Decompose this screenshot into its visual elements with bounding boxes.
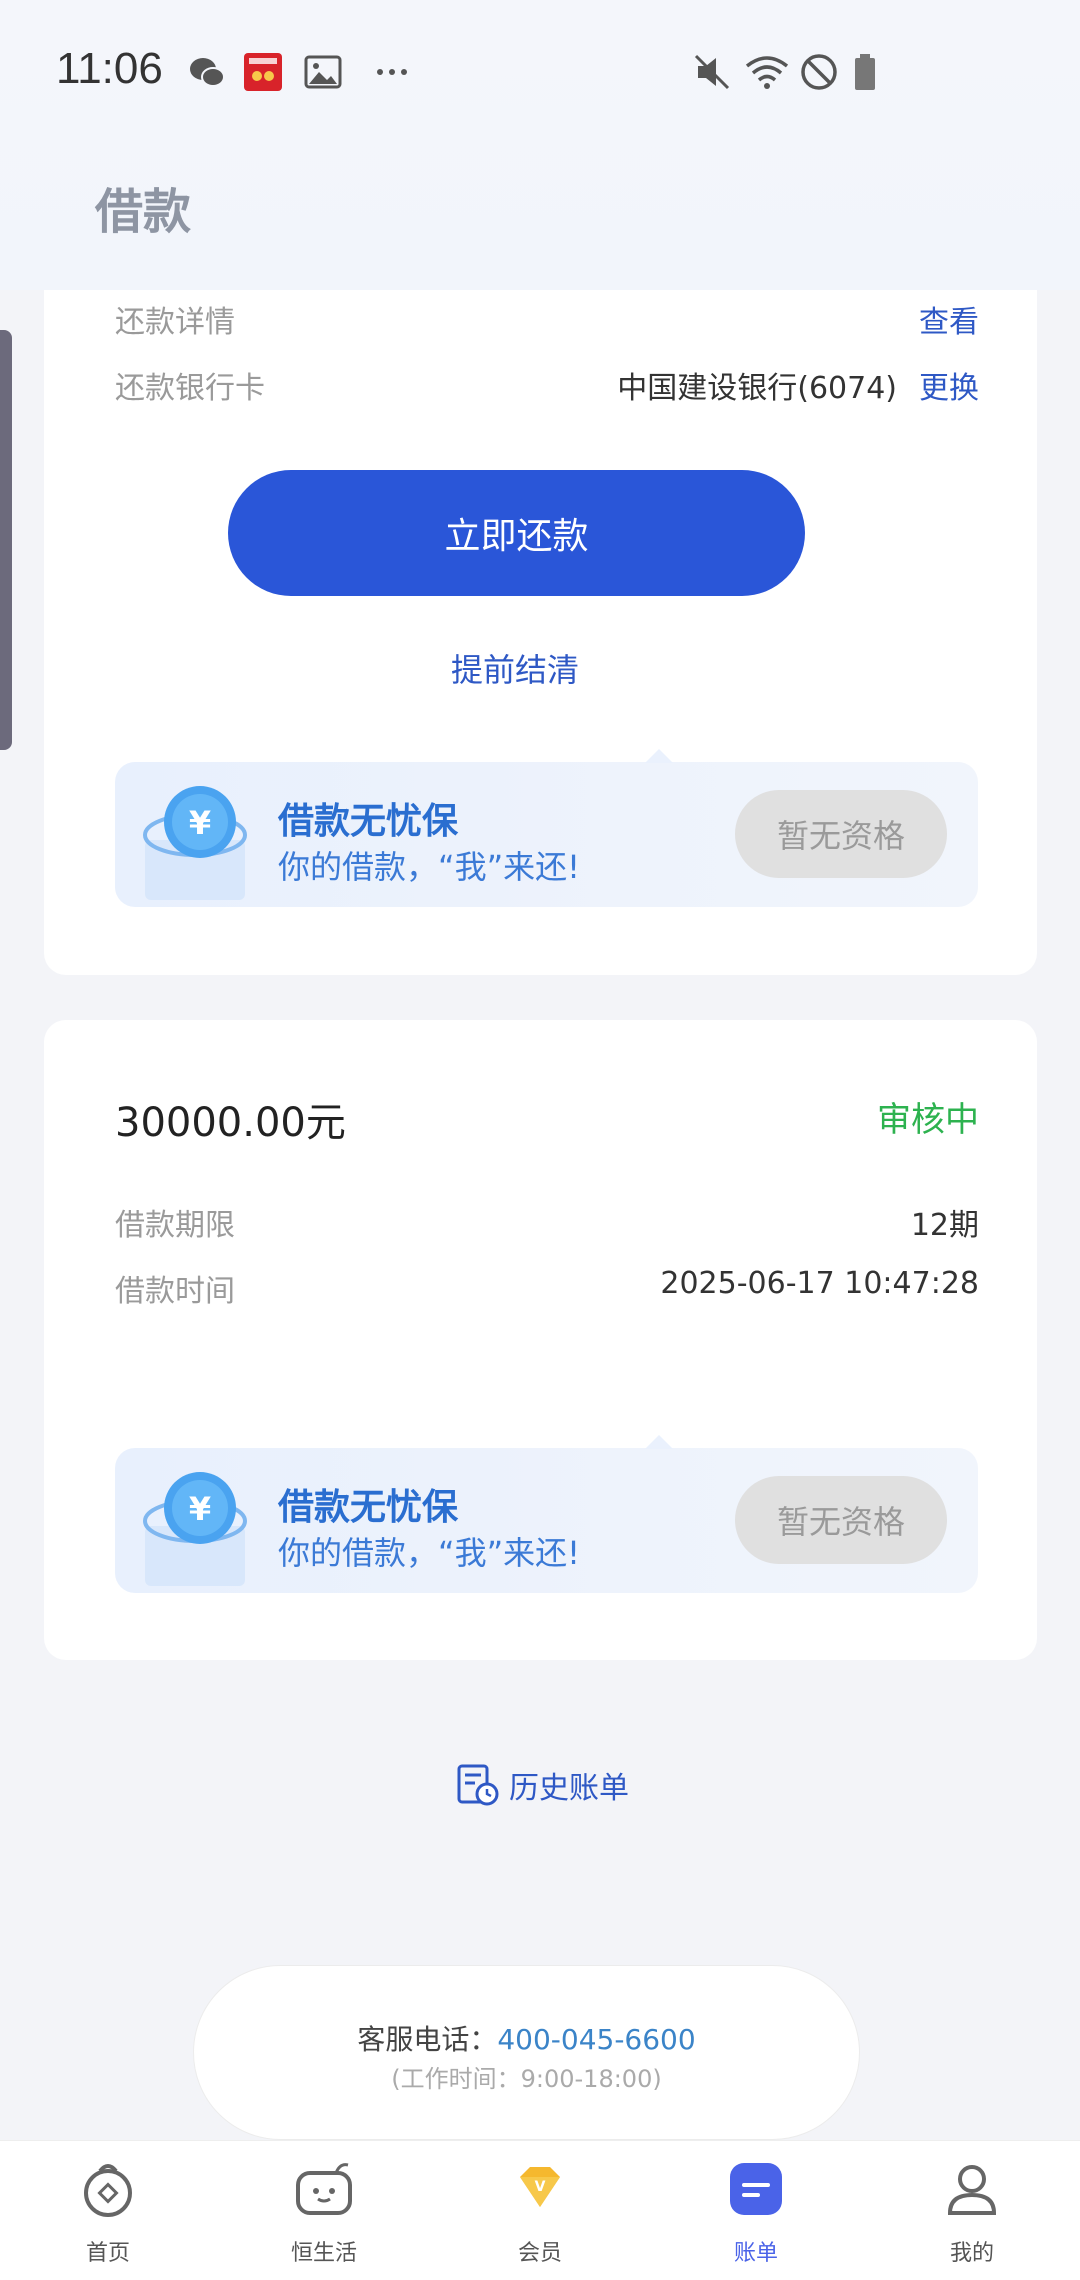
banner-subtitle: 你的借款，“我”来还!	[278, 848, 580, 886]
status-badge: 审核中	[877, 1100, 979, 1140]
bank-card-label: 还款银行卡	[115, 371, 265, 406]
history-bill-icon	[457, 1764, 499, 1806]
history-bill-link[interactable]: 历史账单	[455, 1760, 629, 1810]
status-time: 11:06	[56, 44, 163, 93]
tab-bill[interactable]: 账单	[648, 2141, 864, 2280]
repay-detail-label: 还款详情	[115, 305, 235, 340]
repay-now-button[interactable]: 立即还款	[228, 470, 805, 596]
tab-label: 会员	[517, 2241, 562, 2266]
banner-notch	[645, 1435, 673, 1449]
battery-icon	[855, 54, 875, 90]
view-detail-link[interactable]: 查看	[919, 297, 979, 341]
wechat-icon	[190, 58, 225, 87]
page-title: 借款	[95, 184, 192, 240]
life-icon	[296, 2163, 352, 2215]
banner-title: 借款无忧保	[278, 1487, 459, 1528]
svg-text:V: V	[535, 2179, 546, 2195]
yuan-coin-icon: ¥	[143, 786, 247, 900]
mute-icon	[694, 54, 730, 90]
service-phone-line: 客服电话：400-045-6600	[194, 2018, 859, 2058]
home-icon	[84, 2164, 132, 2217]
tab-label: 我的	[949, 2241, 994, 2266]
no-qualification-button[interactable]: 暂无资格	[735, 790, 947, 878]
tab-label: 恒生活	[290, 2241, 357, 2266]
tab-label: 账单	[733, 2241, 778, 2266]
tab-home[interactable]: 首页	[0, 2141, 216, 2280]
top-header: 11:06 借款	[0, 0, 1080, 290]
loan-amount: 30000.00元	[115, 1100, 346, 1146]
customer-service-box: 客服电话：400-045-6600 (工作时间：9:00-18:00)	[193, 1965, 860, 2140]
banner-subtitle: 你的借款，“我”来还!	[278, 1534, 580, 1572]
no-disturb-icon	[801, 54, 837, 90]
tab-label: 首页	[85, 2241, 130, 2266]
tab-member[interactable]: V 会员	[432, 2141, 648, 2280]
yuan-coin-icon: ¥	[143, 1472, 247, 1586]
more-dots-icon	[377, 69, 407, 75]
status-bar: 11:06	[0, 0, 1080, 145]
insurance-banner: ¥ 借款无忧保 你的借款，“我”来还! 暂无资格	[115, 749, 978, 907]
loan-time-value: 2025-06-17 10:47:28	[660, 1266, 979, 1301]
tab-life[interactable]: 恒生活	[216, 2141, 432, 2280]
history-bill-label: 历史账单	[509, 1771, 629, 1806]
loan-term-label: 借款期限	[115, 1208, 235, 1243]
service-hours: (工作时间：9:00-18:00)	[391, 2065, 662, 2093]
gallery-icon	[304, 55, 342, 89]
banner-notch	[645, 749, 673, 763]
early-settle-link[interactable]: 提前结清	[451, 645, 579, 691]
service-phone-number[interactable]: 400-045-6600	[497, 2023, 695, 2056]
wifi-icon	[745, 56, 789, 89]
loan-term-value: 12期	[910, 1208, 979, 1243]
no-qualification-button[interactable]: 暂无资格	[735, 1476, 947, 1564]
app-badge-icon	[244, 53, 282, 91]
service-phone-label: 客服电话：	[357, 2023, 498, 2056]
profile-icon	[947, 2165, 997, 2215]
change-bank-link[interactable]: 更换	[919, 363, 979, 407]
insurance-banner: ¥ 借款无忧保 你的借款，“我”来还! 暂无资格	[115, 1435, 978, 1593]
side-floating-tab[interactable]	[0, 330, 12, 750]
bill-icon	[730, 2163, 782, 2215]
tab-profile[interactable]: 我的	[864, 2141, 1080, 2280]
bottom-tab-bar: 首页 恒生活 V 会员 账单 我的	[0, 2140, 1080, 2280]
loan-time-label: 借款时间	[115, 1274, 235, 1309]
bank-card-value: 中国建设银行(6074)	[617, 371, 897, 406]
svg-text:¥: ¥	[189, 1490, 211, 1528]
svg-text:¥: ¥	[189, 804, 211, 842]
banner-title: 借款无忧保	[278, 801, 459, 842]
member-diamond-icon: V	[520, 2167, 560, 2207]
